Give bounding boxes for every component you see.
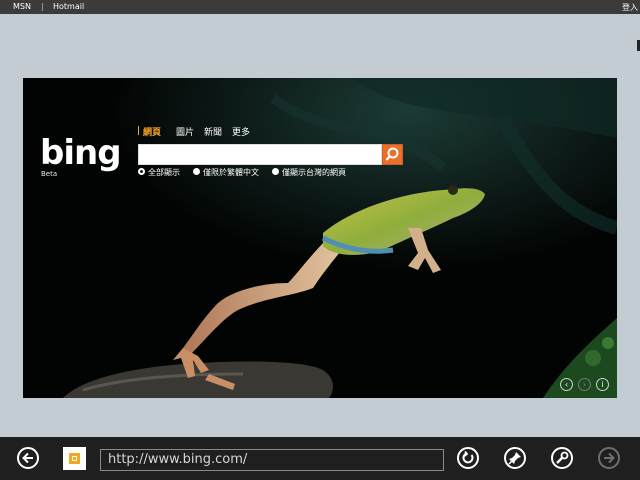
next-image-button[interactable]: › [578,378,591,391]
pin-button[interactable] [504,447,526,469]
radio-dot [193,168,200,175]
radio-dot-selected [138,168,145,175]
active-nav-indicator [138,126,139,135]
msn-link[interactable]: MSN [13,2,31,11]
back-icon [22,452,33,464]
topbar-separator: | [41,2,44,11]
bing-logo[interactable]: bing [40,134,122,172]
tools-icon [556,451,569,464]
hotmail-link[interactable]: Hotmail [53,2,84,11]
radio-traditional-chinese-label: 僅限於繁體中文 [203,168,259,177]
search-icon [385,147,399,161]
info-button[interactable]: i [596,378,609,391]
search-input[interactable] [138,144,382,165]
forward-icon [604,452,615,464]
refresh-button[interactable] [457,447,479,469]
bing-homepage: bing Beta 網頁 圖片 新聞 更多 全部顯示 僅限於繁體中文 僅顯示台灣… [23,78,617,398]
site-favicon-icon [63,447,86,470]
nav-images[interactable]: 圖片 [176,125,194,138]
radio-all-label: 全部顯示 [148,168,180,177]
tools-button[interactable] [551,447,573,469]
address-bar: http://www.bing.com/ [0,437,640,480]
radio-dot [272,168,279,175]
pin-icon [508,452,521,465]
forward-button[interactable] [598,447,620,469]
back-button[interactable] [17,447,39,469]
nav-web[interactable]: 網頁 [143,125,161,138]
sign-in-link[interactable]: 登入 [622,2,638,13]
radio-taiwan-label: 僅顯示台灣的網頁 [282,168,346,177]
background-image [23,78,617,398]
search-button[interactable] [382,144,403,165]
prev-image-button[interactable]: ‹ [560,378,573,391]
url-input[interactable]: http://www.bing.com/ [100,449,444,471]
top-bar: MSN | Hotmail 登入 [0,0,640,14]
beta-label: Beta [41,170,58,178]
nav-more[interactable]: 更多 [232,125,250,138]
refresh-icon [462,451,474,464]
nav-news[interactable]: 新聞 [204,125,222,138]
